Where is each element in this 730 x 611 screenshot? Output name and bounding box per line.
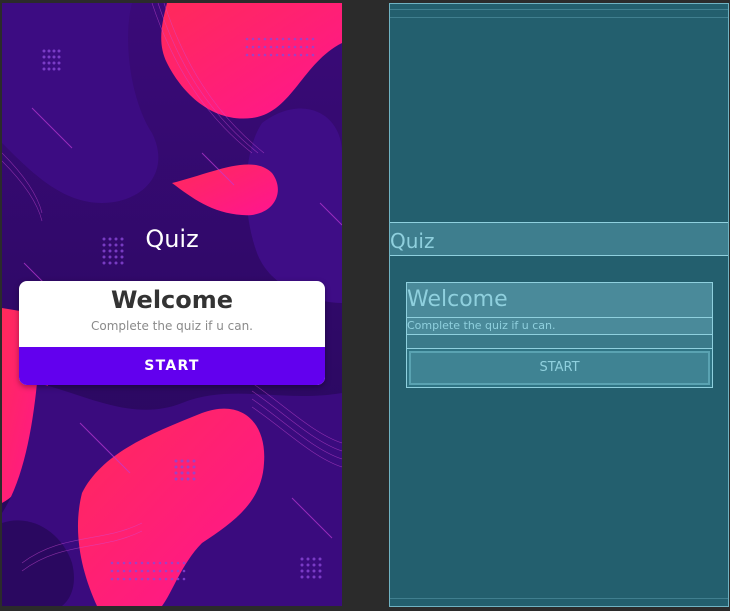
blueprint-preview: Quiz Welcome Complete the quiz if u can.… bbox=[389, 3, 729, 607]
blueprint-card-outline[interactable]: Welcome Complete the quiz if u can. STAR… bbox=[406, 282, 713, 388]
blueprint-subtitle-text: Complete the quiz if u can. bbox=[407, 319, 556, 332]
blueprint-nav-bar-outline bbox=[390, 598, 728, 606]
welcome-subtitle: Complete the quiz if u can. bbox=[91, 319, 253, 333]
blueprint-title-text: Quiz bbox=[390, 229, 435, 253]
start-button[interactable]: START bbox=[19, 347, 325, 385]
welcome-heading: Welcome bbox=[110, 286, 234, 314]
blueprint-app-bar-outline bbox=[390, 10, 728, 18]
welcome-card: Welcome Complete the quiz if u can. STAR… bbox=[19, 281, 325, 385]
screen-title: Quiz bbox=[145, 225, 199, 253]
blueprint-heading-text: Welcome bbox=[407, 287, 508, 312]
design-preview: Quiz Welcome Complete the quiz if u can.… bbox=[2, 3, 342, 606]
blueprint-subtitle-box[interactable]: Complete the quiz if u can. bbox=[407, 318, 712, 335]
blueprint-spacer-box[interactable] bbox=[407, 335, 712, 349]
blueprint-heading-box[interactable]: Welcome bbox=[407, 283, 712, 318]
blueprint-start-button[interactable]: START bbox=[409, 351, 710, 385]
blueprint-title-box[interactable]: Quiz bbox=[390, 222, 728, 256]
